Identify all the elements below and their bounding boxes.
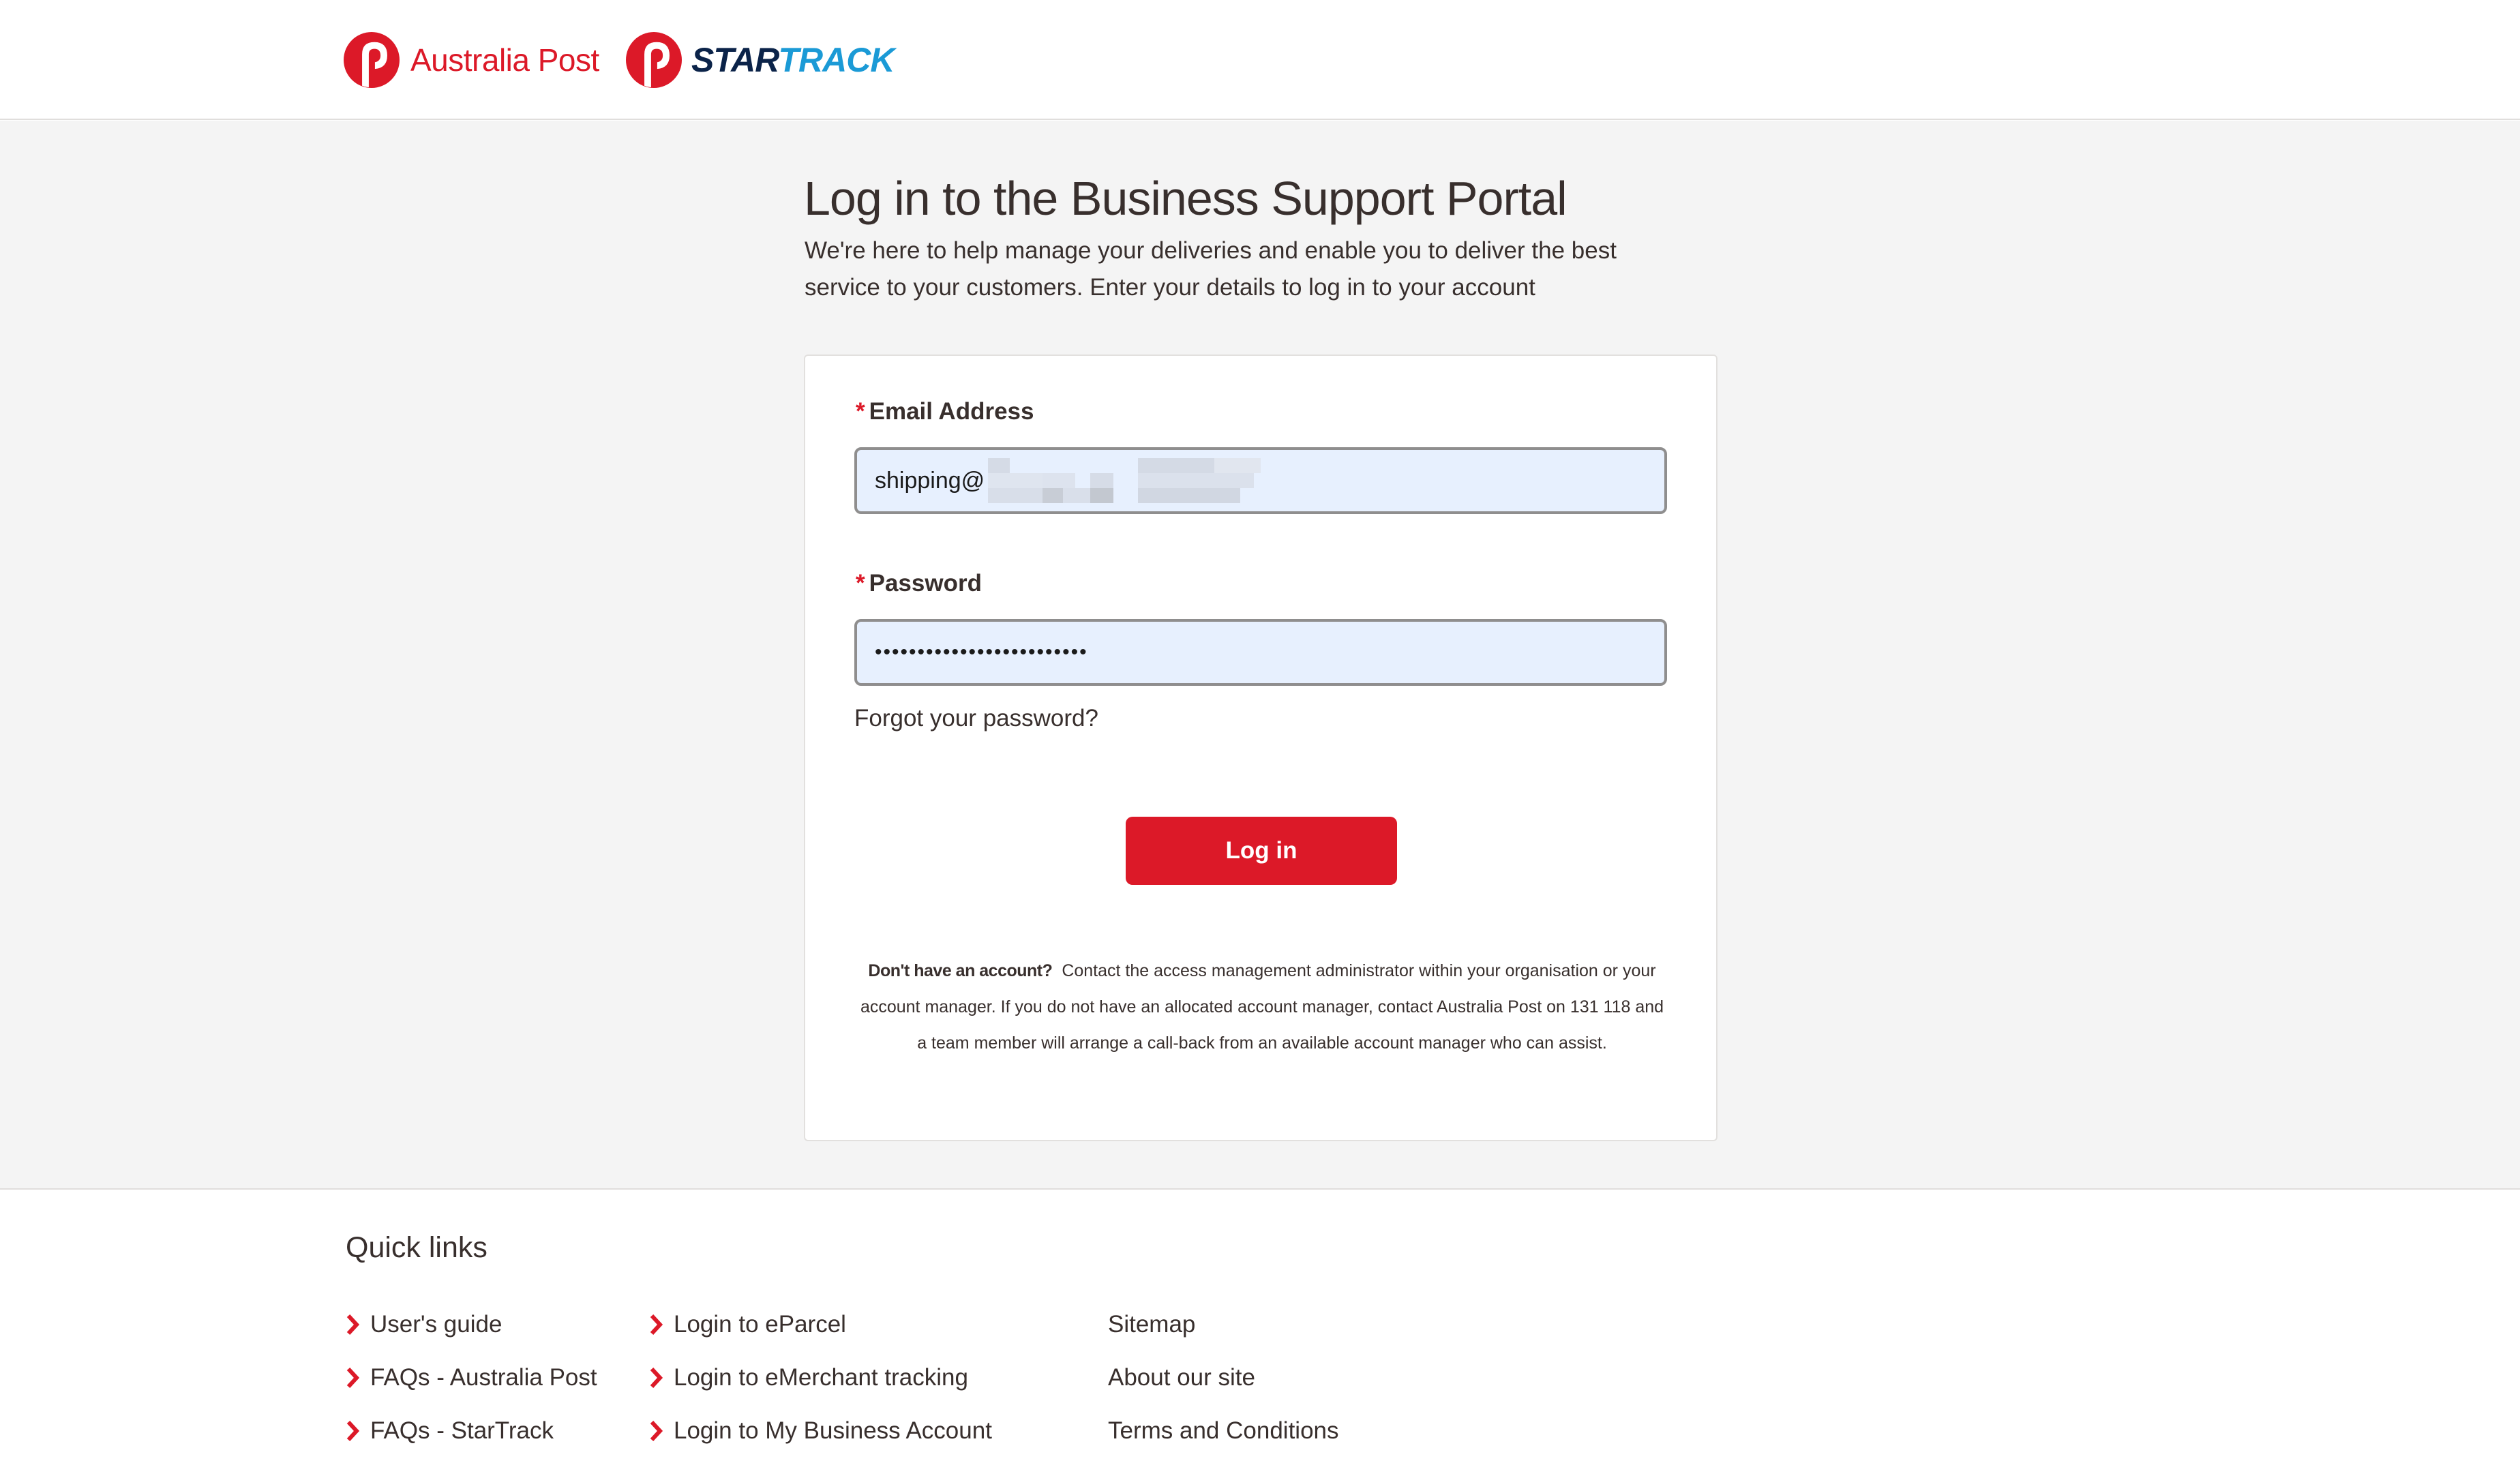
email-label-text: Email Address (869, 398, 1034, 425)
password-label: * Password (856, 570, 982, 597)
quick-link-login-my-business-account[interactable]: Login to My Business Account (649, 1404, 992, 1458)
startrack-logo-icon (626, 32, 682, 88)
quick-link-faqs-startrack[interactable]: FAQs - StarTrack (346, 1404, 597, 1458)
chevron-right-icon (650, 1314, 663, 1336)
no-account-note: Don't have an account? Contact the acces… (856, 953, 1668, 1061)
footer-link-about-our-site[interactable]: About our site (1108, 1351, 1339, 1404)
no-account-heading: Don't have an account? (868, 961, 1053, 980)
quick-link-login-emerchant-tracking[interactable]: Login to eMerchant tracking (649, 1351, 992, 1404)
australia-post-logo-icon (344, 32, 400, 88)
quick-link-login-eparcel[interactable]: Login to eParcel (649, 1298, 992, 1351)
required-marker: * (856, 570, 865, 597)
login-section: Log in to the Business Support Portal We… (0, 121, 2520, 1190)
page-title: Log in to the Business Support Portal (804, 172, 1567, 225)
quick-link-label: FAQs - Australia Post (370, 1364, 597, 1391)
australia-post-wordmark: Australia Post (410, 42, 599, 78)
quick-link-label: Login to My Business Account (674, 1417, 992, 1444)
forgot-password-link[interactable]: Forgot your password? (854, 705, 1098, 732)
chevron-right-icon (650, 1420, 663, 1442)
quick-link-label: FAQs - StarTrack (370, 1417, 554, 1444)
footer-link-sitemap[interactable]: Sitemap (1108, 1298, 1339, 1351)
quick-links-title: Quick links (346, 1231, 487, 1264)
chevron-right-icon (650, 1367, 663, 1389)
required-marker: * (856, 398, 865, 425)
email-input[interactable] (854, 447, 1667, 514)
startrack-wordmark-star: STAR (691, 41, 779, 79)
quick-link-users-guide[interactable]: User's guide (346, 1298, 597, 1351)
australia-post-logo-link[interactable]: Australia Post (344, 32, 599, 88)
site-header: Australia Post STARTRACK (0, 0, 2520, 120)
quick-link-label: Login to eMerchant tracking (674, 1364, 968, 1391)
email-label: * Email Address (856, 398, 1034, 425)
quick-link-label: Login to eParcel (674, 1311, 846, 1338)
page-intro: We're here to help manage your deliverie… (805, 237, 1617, 301)
chevron-right-icon (346, 1420, 360, 1442)
footer: Quick links User's guide FAQs - Australi… (0, 1190, 2520, 1463)
login-card: *Email Address *Password Forgot your pas… (804, 355, 1717, 1141)
quick-links-column-3: Sitemap About our site Terms and Conditi… (1108, 1298, 1339, 1458)
quick-link-label: User's guide (370, 1311, 502, 1338)
chevron-right-icon (346, 1367, 360, 1389)
quick-links-column-2: Login to eParcel Login to eMerchant trac… (649, 1298, 992, 1458)
password-input[interactable] (854, 619, 1667, 686)
password-label-text: Password (869, 570, 982, 597)
startrack-wordmark: STARTRACK (691, 40, 895, 80)
quick-links-column-1: User's guide FAQs - Australia Post FAQs … (346, 1298, 597, 1458)
quick-link-faqs-australia-post[interactable]: FAQs - Australia Post (346, 1351, 597, 1404)
chevron-right-icon (346, 1314, 360, 1336)
startrack-wordmark-track: TRACK (778, 41, 895, 79)
startrack-logo-link[interactable]: STARTRACK (626, 32, 895, 88)
login-button[interactable]: Log in (1126, 817, 1397, 885)
footer-link-terms-and-conditions[interactable]: Terms and Conditions (1108, 1404, 1339, 1458)
